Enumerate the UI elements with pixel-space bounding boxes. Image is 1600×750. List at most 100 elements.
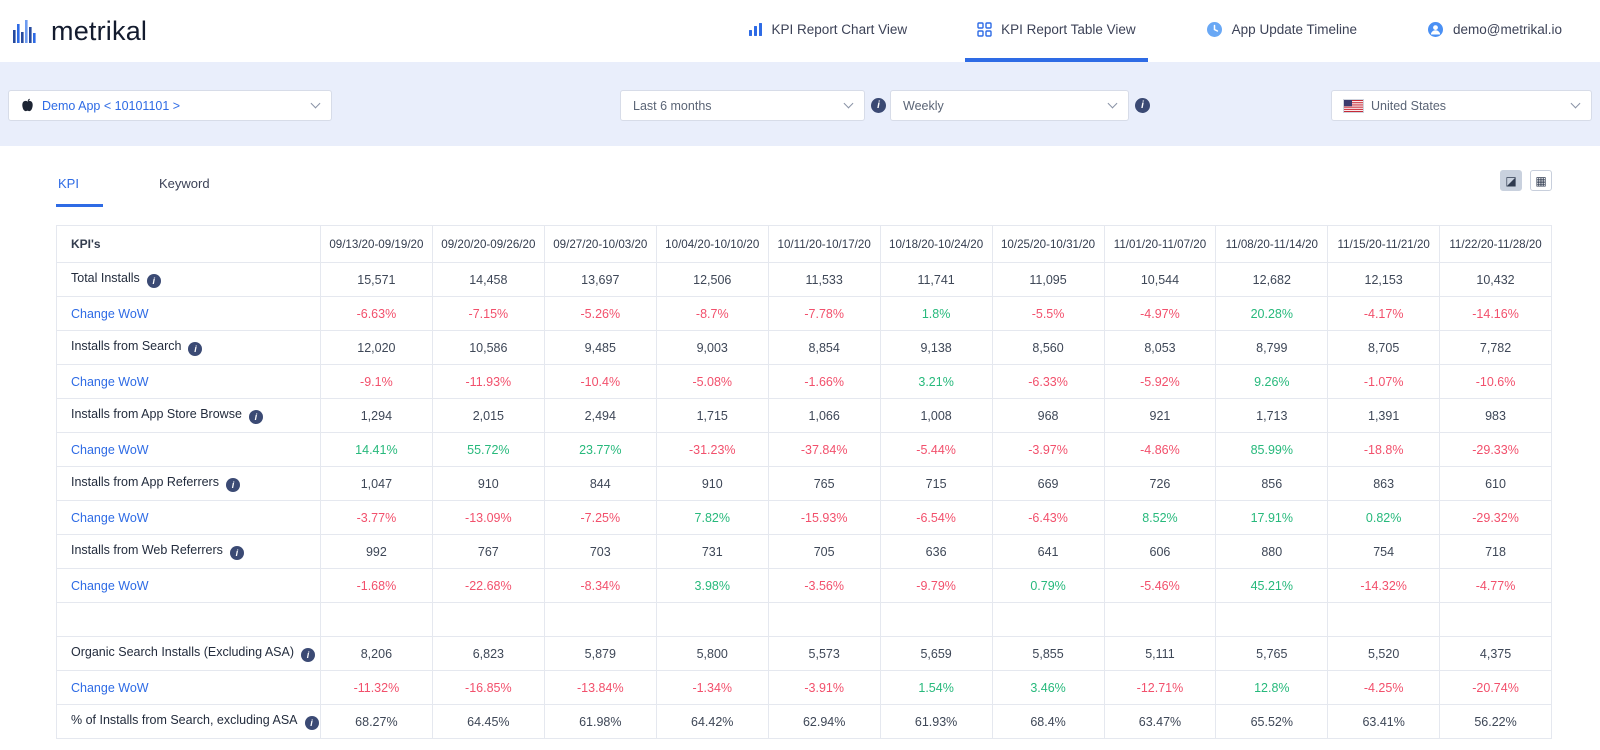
info-icon[interactable]: i (188, 342, 203, 356)
us-flag-icon (1343, 98, 1364, 113)
info-icon[interactable]: i (225, 478, 240, 492)
empty-cell (543, 602, 657, 637)
info-icon[interactable]: i (229, 546, 244, 560)
change-wow-link[interactable]: Change WoW (71, 443, 149, 457)
value-cell: 1,391 (1327, 398, 1441, 433)
value-cell: 8,854 (767, 330, 881, 365)
spacer-row (56, 602, 1552, 637)
change-value-cell: 1.8% (879, 296, 993, 331)
value-cell: 61.93% (879, 704, 993, 739)
value-cell: 5,659 (879, 636, 993, 671)
info-icon[interactable]: i (301, 648, 316, 662)
clock-icon (1206, 21, 1223, 38)
date-column-header: 10/25/20-10/31/20 (991, 225, 1105, 263)
change-value-cell: -11.93% (431, 364, 545, 399)
value-cell: 12,682 (1215, 262, 1329, 297)
change-wow-link[interactable]: Change WoW (71, 307, 149, 321)
granularity-info-icon[interactable]: i (1135, 98, 1150, 113)
table-row: Installs from Web Referrers i 992 767 703 731… (56, 534, 1552, 569)
value-cell: 1,066 (767, 398, 881, 433)
change-value-cell: -31.23% (655, 432, 769, 467)
table-row: Change WoW 14.41% 55.72% 23.77% -31.23% -37.8… (56, 432, 1552, 467)
change-value-cell: -11.32% (319, 670, 433, 705)
date-column-header: 11/15/20-11/21/20 (1327, 225, 1441, 263)
value-cell: 11,533 (767, 262, 881, 297)
info-icon[interactable]: i (248, 410, 263, 424)
change-value-cell: -20.74% (1439, 670, 1552, 705)
change-value-cell: -5.26% (543, 296, 657, 331)
change-value-cell: -5.08% (655, 364, 769, 399)
change-value-cell: -4.17% (1327, 296, 1441, 331)
change-value-cell: -13.84% (543, 670, 657, 705)
tab-keyword[interactable]: Keyword (149, 170, 220, 204)
nav-kpi-report-chart-view[interactable]: KPI Report Chart View (736, 0, 920, 62)
nav-account[interactable]: demo@metrikal.io (1415, 0, 1574, 62)
export-image-button[interactable]: ◪ (1500, 170, 1522, 191)
date-range-info-icon[interactable]: i (871, 98, 886, 113)
app-selector[interactable]: Demo App < 10101101 > (8, 90, 332, 121)
app-selector-value: Demo App < 10101101 > (42, 98, 181, 113)
empty-cell (1215, 602, 1329, 637)
empty-cell (319, 602, 433, 637)
change-value-cell: -22.68% (431, 568, 545, 603)
value-cell: 731 (655, 534, 769, 569)
change-value-cell: -5.44% (879, 432, 993, 467)
change-value-cell: -8.7% (655, 296, 769, 331)
empty-cell (1327, 602, 1441, 637)
table-row: Change WoW -6.63% -7.15% -5.26% -8.7% -7.78% 1… (56, 296, 1552, 331)
date-range-selector[interactable]: Last 6 months (620, 90, 865, 121)
date-column-header: 09/20/20-09/26/20 (431, 225, 545, 263)
table-row: Organic Search Installs (Excluding ASA) i… (56, 636, 1552, 671)
value-cell: 12,153 (1327, 262, 1441, 297)
value-cell: 9,138 (879, 330, 993, 365)
table-row: Change WoW -9.1% -11.93% -10.4% -5.08% -1.66%… (56, 364, 1552, 399)
value-cell: 856 (1215, 466, 1329, 501)
nav-label: App Update Timeline (1231, 21, 1357, 37)
value-cell: 6,823 (431, 636, 545, 671)
change-value-cell: -9.79% (879, 568, 993, 603)
kpi-label-cell: Installs from Web Referrers i (56, 534, 321, 569)
export-table-icon: ▦ (1535, 173, 1547, 188)
country-selector[interactable]: United States (1331, 90, 1592, 121)
value-cell: 11,095 (991, 262, 1105, 297)
value-cell: 968 (991, 398, 1105, 433)
tab-kpi[interactable]: KPI (56, 170, 103, 207)
date-column-header: 11/01/20-11/07/20 (1103, 225, 1217, 263)
date-column-header: 09/27/20-10/03/20 (543, 225, 657, 263)
change-value-cell: -5.46% (1103, 568, 1217, 603)
filter-bar: Demo App < 10101101 > Last 6 months i We… (0, 62, 1600, 146)
value-cell: 992 (319, 534, 433, 569)
info-icon[interactable]: i (146, 274, 161, 288)
value-cell: 718 (1439, 534, 1552, 569)
table-row: Installs from App Store Browse i 1,294 2,01… (56, 398, 1552, 433)
change-wow-link[interactable]: Change WoW (71, 579, 149, 593)
change-value-cell: 55.72% (431, 432, 545, 467)
granularity-selector[interactable]: Weekly (890, 90, 1129, 121)
info-icon[interactable]: i (304, 716, 319, 730)
logo[interactable]: metrikal (10, 0, 147, 62)
change-wow-link[interactable]: Change WoW (71, 511, 149, 525)
user-icon (1427, 21, 1444, 38)
change-value-cell: -14.16% (1439, 296, 1552, 331)
nav-kpi-report-table-view[interactable]: KPI Report Table View (965, 0, 1148, 62)
change-value-cell: -1.68% (319, 568, 433, 603)
value-cell: 4,375 (1439, 636, 1552, 671)
value-cell: 1,715 (655, 398, 769, 433)
change-value-cell: -16.85% (431, 670, 545, 705)
change-wow-link[interactable]: Change WoW (71, 681, 149, 695)
nav-app-update-timeline[interactable]: App Update Timeline (1194, 0, 1369, 62)
value-cell: 5,800 (655, 636, 769, 671)
change-value-cell: -4.97% (1103, 296, 1217, 331)
kpi-label: Total Installs (71, 271, 140, 285)
apple-icon (21, 98, 34, 113)
value-cell: 1,294 (319, 398, 433, 433)
value-cell: 641 (991, 534, 1105, 569)
export-table-button[interactable]: ▦ (1530, 170, 1552, 191)
tabs-row: KPI Keyword ◪ ▦ (56, 170, 1552, 207)
value-cell: 921 (1103, 398, 1217, 433)
granularity-value: Weekly (903, 98, 944, 113)
date-column-header: 09/13/20-09/19/20 (319, 225, 433, 263)
value-cell: 12,020 (319, 330, 433, 365)
change-wow-link[interactable]: Change WoW (71, 375, 149, 389)
change-value-cell: -1.07% (1327, 364, 1441, 399)
